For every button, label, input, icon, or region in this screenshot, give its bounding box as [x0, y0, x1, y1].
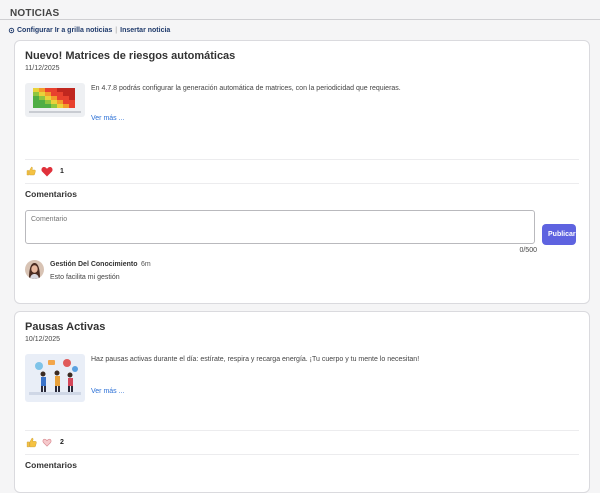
news-card: Pausas Activas 10/12/2025 Haz pausas act…	[14, 311, 590, 493]
heart-outline-icon[interactable]	[41, 436, 53, 448]
page-title: NOTICIAS	[10, 8, 60, 19]
news-body: Haz pausas activas durante el día: estír…	[91, 356, 420, 363]
divider	[25, 430, 579, 431]
news-card: Nuevo! Matrices de riesgos automáticas 1…	[14, 40, 590, 304]
reaction-count: 1	[60, 167, 64, 175]
like-icon[interactable]	[25, 436, 37, 448]
news-title: Nuevo! Matrices de riesgos automáticas	[25, 50, 236, 62]
comment-input[interactable]	[25, 210, 535, 244]
divider	[25, 454, 579, 455]
configure-link[interactable]: Configurar Ir a grilla noticias	[17, 27, 112, 34]
news-thumbnail[interactable]	[25, 354, 85, 402]
heart-icon[interactable]	[41, 165, 53, 177]
reactions-bar: 1	[25, 165, 64, 177]
news-thumbnail[interactable]	[25, 83, 85, 117]
like-icon[interactable]	[25, 165, 37, 177]
comments-title: Comentarios	[25, 460, 77, 470]
publish-button[interactable]: Publicar	[542, 224, 576, 245]
gear-icon	[8, 27, 15, 33]
risk-matrix-image	[25, 83, 85, 117]
read-more-link[interactable]: Ver más ...	[91, 388, 124, 395]
insert-news-link[interactable]: Insertar noticia	[120, 27, 170, 34]
page-header: NOTICIAS	[0, 0, 600, 20]
read-more-link[interactable]: Ver más ...	[91, 115, 124, 122]
reaction-count: 2	[60, 438, 64, 446]
news-title: Pausas Activas	[25, 321, 106, 333]
news-body: En 4.7.8 podrás configurar la generación…	[91, 85, 401, 92]
news-date: 11/12/2025	[25, 65, 60, 72]
comment-author: Gestión Del Conocimiento	[50, 261, 138, 268]
char-counter: 0/500	[519, 247, 537, 254]
divider	[25, 183, 579, 184]
active-breaks-illustration	[25, 354, 85, 402]
news-toolbar: Configurar Ir a grilla noticias | Insert…	[0, 20, 600, 37]
avatar[interactable]	[25, 260, 44, 279]
comments-title: Comentarios	[25, 189, 77, 199]
news-date: 10/12/2025	[25, 336, 61, 343]
comment-text: Esto facilita mi gestión	[50, 274, 120, 281]
reactions-bar: 2	[25, 436, 64, 448]
toolbar-separator: |	[115, 26, 118, 34]
divider	[25, 159, 579, 160]
comment-time: 6m	[141, 261, 151, 268]
